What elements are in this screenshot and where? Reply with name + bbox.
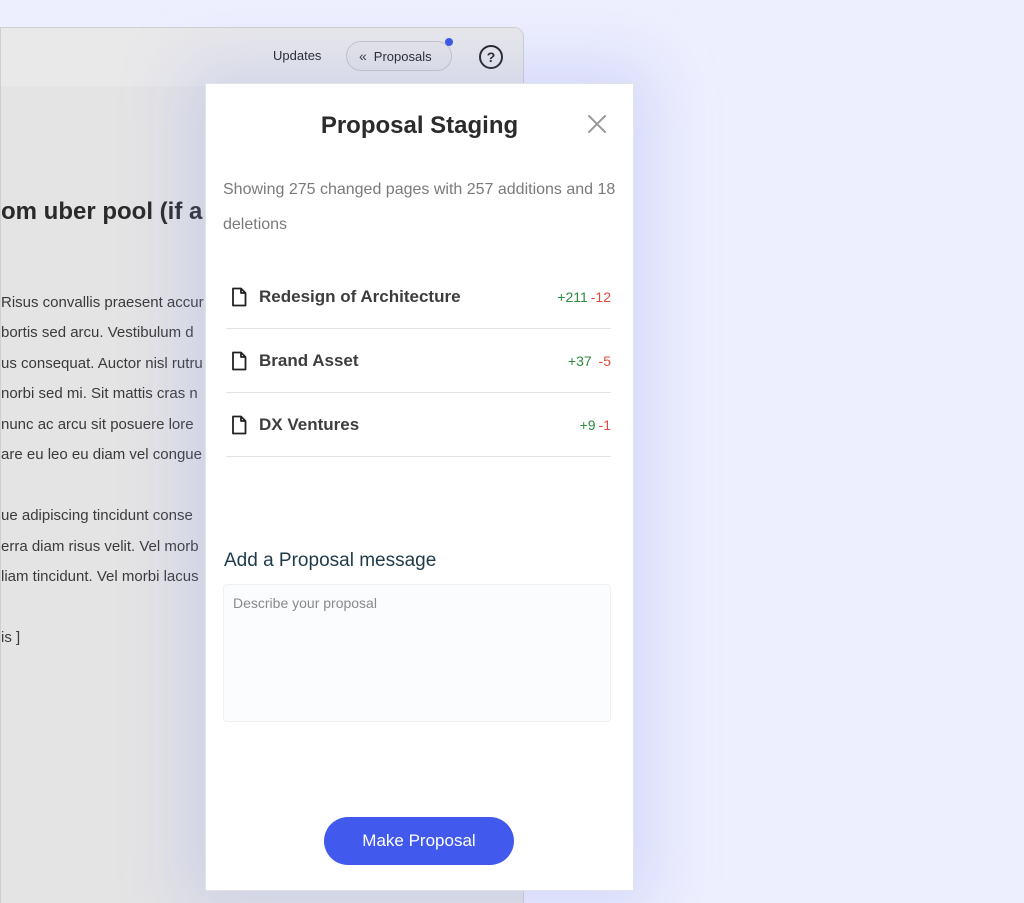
modal-title: Proposal Staging — [320, 112, 519, 139]
document-line: norbi sed mi. Sit mattis cras n — [1, 385, 198, 402]
deletions-count: -5 — [598, 352, 611, 369]
help-icon[interactable]: ? — [479, 45, 503, 69]
close-icon — [588, 115, 606, 133]
page-name: DX Ventures — [259, 414, 360, 434]
list-item[interactable]: DX Ventures +9 -1 — [226, 393, 611, 457]
document-line: Risus convallis praesent accur — [1, 294, 204, 311]
document-line: bortis sed arcu. Vestibulum d — [1, 324, 194, 341]
proposals-label: Proposals — [373, 48, 432, 64]
change-stats: +211 -12 — [557, 289, 611, 305]
proposals-button[interactable]: « Proposals — [346, 38, 453, 71]
proposal-staging-modal: Proposal Staging Showing 275 changed pag… — [205, 83, 634, 891]
updates-link[interactable]: Updates — [273, 48, 321, 63]
top-toolbar: Updates « Proposals ? — [1, 28, 523, 86]
list-item[interactable]: Redesign of Architecture +211 -12 — [226, 265, 611, 329]
document-line: nunc ac arcu sit posuere lore — [1, 416, 194, 433]
chevrons-left-icon: « — [359, 48, 367, 64]
additions-count: +37 — [567, 352, 592, 369]
document-line: are eu leo eu diam vel congue — [1, 446, 202, 463]
page-name: Redesign of Architecture — [259, 286, 461, 306]
document-line: is ] — [1, 629, 21, 646]
additions-count: +211 — [557, 288, 588, 305]
proposal-message-input[interactable] — [223, 584, 611, 722]
make-proposal-button[interactable]: Make Proposal — [324, 817, 514, 865]
proposal-message-label: Add a Proposal message — [224, 550, 437, 571]
changed-pages-list: Redesign of Architecture +211 -12 Brand A… — [226, 265, 611, 457]
document-icon — [232, 415, 247, 434]
document-icon — [232, 287, 247, 306]
close-button[interactable] — [585, 112, 609, 136]
list-item[interactable]: Brand Asset +37 -5 — [226, 329, 611, 393]
document-line: erra diam risus velit. Vel morb — [1, 538, 199, 555]
deletions-count: -12 — [590, 288, 611, 305]
document-icon — [232, 351, 247, 370]
notification-dot — [445, 38, 453, 46]
change-stats: +37 -5 — [568, 353, 611, 369]
document-line: liam tincidunt. Vel morbi lacus — [1, 568, 199, 585]
document-heading: om uber pool (if a — [1, 198, 203, 225]
document-line: ue adipiscing tincidunt conse — [1, 507, 193, 524]
page-name: Brand Asset — [259, 350, 359, 370]
changes-summary: Showing 275 changed pages with 257 addit… — [223, 181, 616, 233]
deletions-count: -1 — [598, 416, 611, 433]
document-line: us consequat. Auctor nisl rutru — [1, 355, 203, 372]
additions-count: +9 — [579, 416, 596, 433]
change-stats: +9 -1 — [580, 417, 611, 433]
